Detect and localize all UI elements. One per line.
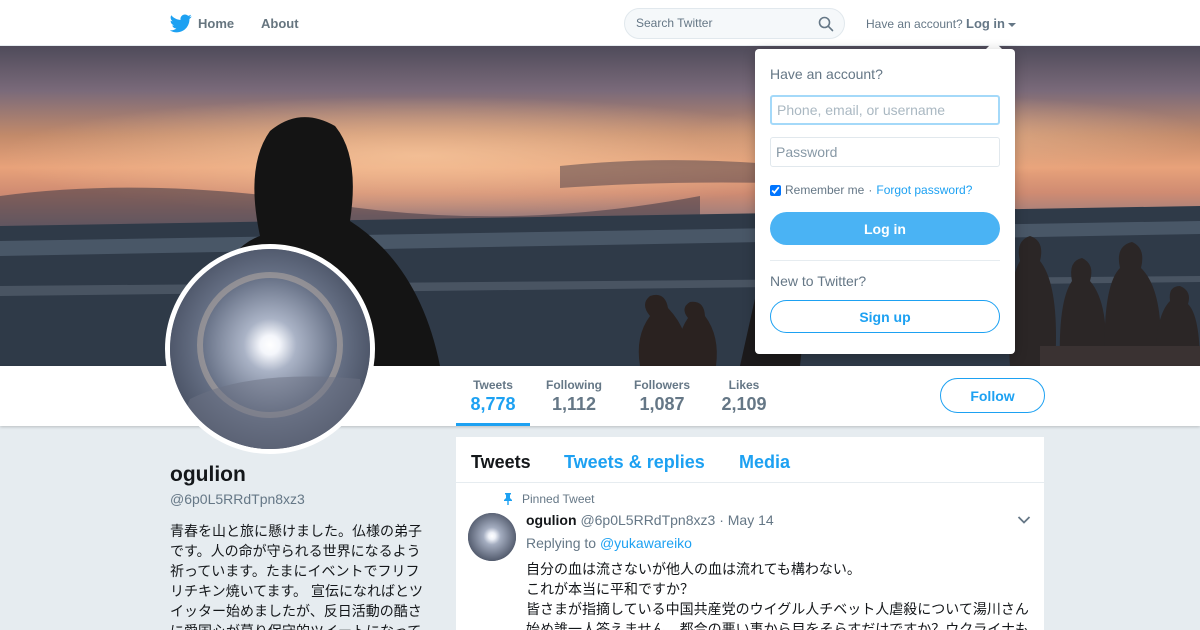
search-input[interactable] bbox=[636, 16, 806, 30]
chevron-down-icon[interactable] bbox=[1017, 515, 1031, 525]
login-dropdown-heading: Have an account? bbox=[770, 66, 883, 82]
pinned-indicator: Pinned Tweet bbox=[502, 492, 595, 506]
tab-tweets-replies[interactable]: Tweets & replies bbox=[564, 452, 705, 473]
signup-button[interactable]: Sign up bbox=[770, 300, 1000, 333]
stat-value: 2,109 bbox=[721, 394, 767, 414]
remember-me-label[interactable]: Remember me bbox=[785, 183, 864, 197]
tweet-line: 自分の血は流さないが他人の血は流れても構わない。 bbox=[526, 561, 861, 577]
stat-label: Tweets bbox=[473, 378, 513, 392]
caret-down-icon bbox=[1008, 22, 1016, 27]
tweet-date[interactable]: May 14 bbox=[728, 512, 774, 528]
password-field[interactable] bbox=[770, 137, 1000, 167]
nav-home-link[interactable]: Home bbox=[170, 12, 234, 34]
stat-label: Followers bbox=[633, 378, 690, 392]
tab-media[interactable]: Media bbox=[739, 452, 790, 473]
pin-icon bbox=[504, 493, 512, 505]
tweet-avatar[interactable] bbox=[468, 513, 516, 561]
follow-button[interactable]: Follow bbox=[940, 378, 1045, 413]
login-toggle-label: Log in bbox=[966, 16, 1005, 31]
timeline: Tweets Tweets & replies Media Pinned Twe… bbox=[456, 437, 1044, 630]
search-icon[interactable] bbox=[818, 16, 834, 32]
tweet-line: 皆さまが指摘している中国共産党のウイグル人チベット人虐殺について湯川さん bbox=[526, 601, 1029, 617]
login-dropdown: Have an account? Remember me · Forgot pa… bbox=[755, 49, 1015, 354]
remember-separator: · bbox=[868, 183, 873, 197]
top-navigation-bar: Home About Have an account? Log in bbox=[0, 0, 1200, 46]
tweet-text: 自分の血は流さないが他人の血は流れても構わない。 これが本当に平和ですか？ 皆さ… bbox=[526, 559, 1036, 630]
profile-avatar[interactable] bbox=[165, 244, 375, 454]
tweet-author-name[interactable]: ogulion bbox=[526, 512, 577, 528]
tweet-dot-separator: · bbox=[719, 512, 724, 528]
dropdown-divider bbox=[770, 260, 1000, 261]
twitter-bird-icon bbox=[170, 14, 192, 33]
stat-tweets[interactable]: Tweets 8,778 bbox=[470, 378, 516, 415]
remember-me-row: Remember me · Forgot password? bbox=[770, 183, 972, 197]
remember-me-checkbox[interactable] bbox=[770, 184, 781, 196]
stat-value: 1,112 bbox=[551, 394, 597, 414]
replying-prefix: Replying to bbox=[526, 535, 597, 551]
login-button[interactable]: Log in bbox=[770, 212, 1000, 245]
profile-name[interactable]: ogulion bbox=[170, 463, 246, 487]
active-stat-underline bbox=[456, 423, 530, 426]
stat-value: 8,778 bbox=[470, 394, 516, 414]
profile-handle: @6p0L5RRdTpn8xz3 bbox=[170, 491, 305, 507]
stat-likes[interactable]: Likes 2,109 bbox=[721, 378, 767, 415]
new-to-twitter-text: New to Twitter? bbox=[770, 273, 867, 289]
stat-label: Likes bbox=[728, 378, 760, 392]
have-account-text: Have an account? bbox=[866, 17, 963, 31]
nav-about-link[interactable]: About bbox=[261, 16, 299, 31]
forgot-password-link[interactable]: Forgot password? bbox=[876, 183, 972, 197]
stat-label: Following bbox=[546, 378, 602, 392]
replying-to-link[interactable]: @yukawareiko bbox=[600, 535, 692, 551]
tweet-line: これが本当に平和ですか？ bbox=[526, 581, 694, 597]
stat-value: 1,087 bbox=[639, 394, 685, 414]
avatar-sun-halo-image bbox=[170, 249, 370, 449]
timeline-tabs: Tweets Tweets & replies Media bbox=[456, 437, 1044, 483]
replying-to: Replying to @yukawareiko bbox=[526, 535, 692, 551]
tweet-header: ogulion @6p0L5RRdTpn8xz3 · May 14 bbox=[526, 512, 774, 528]
nav-home-label: Home bbox=[198, 15, 235, 31]
stat-following[interactable]: Following 1,112 bbox=[545, 378, 603, 415]
username-field[interactable] bbox=[770, 95, 1000, 125]
tab-tweets[interactable]: Tweets bbox=[471, 452, 531, 473]
tweet-avatar-image bbox=[468, 513, 516, 561]
pinned-label: Pinned Tweet bbox=[522, 492, 595, 506]
tweet-author-handle[interactable]: @6p0L5RRdTpn8xz3 bbox=[580, 512, 715, 528]
profile-bio: 青春を山と旅に懸けました。仏様の弟子です。人の命が守られる世界になるよう祈ってい… bbox=[170, 523, 423, 630]
login-dropdown-toggle[interactable]: Log in bbox=[966, 16, 1016, 31]
tweet-line: 始め誰一人答えません。都合の悪い事から目をそらすだけですか？ウクライナも bbox=[526, 621, 1030, 630]
search-box bbox=[624, 8, 845, 39]
stat-followers[interactable]: Followers 1,087 bbox=[633, 378, 691, 415]
